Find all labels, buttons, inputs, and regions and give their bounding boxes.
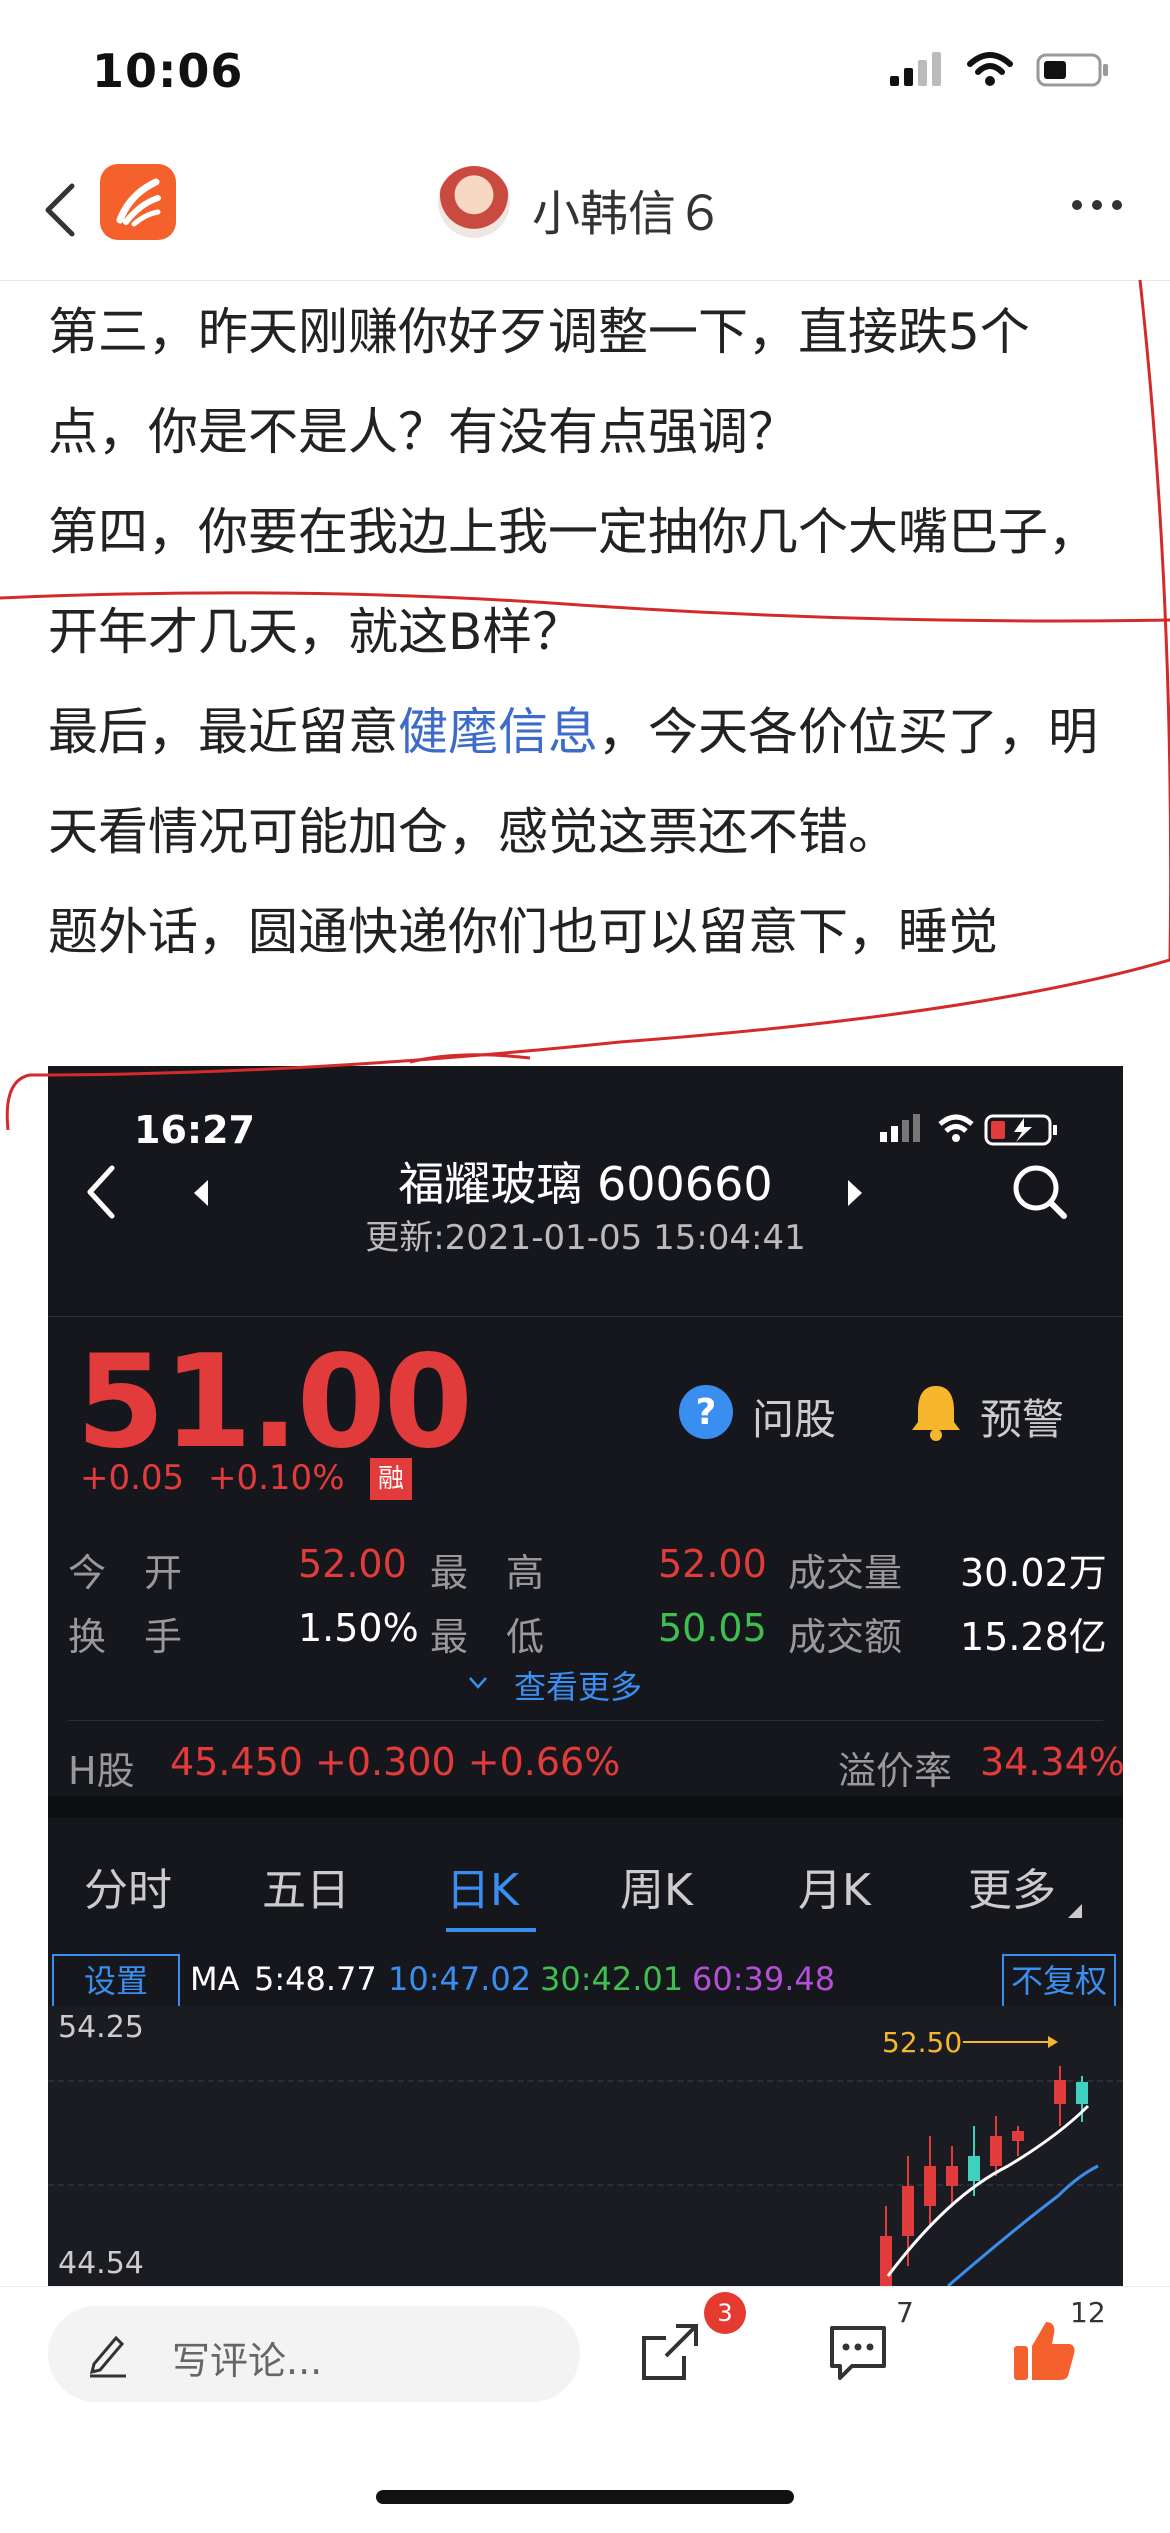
share-icon[interactable] xyxy=(638,2320,702,2384)
pen-icon xyxy=(89,2335,126,2378)
thumbs-up-icon[interactable] xyxy=(1012,2318,1078,2384)
comment-count: 7 xyxy=(896,2296,914,2329)
like-count: 12 xyxy=(1070,2296,1106,2329)
home-indicator[interactable] xyxy=(376,2490,794,2504)
comment-placeholder[interactable]: 写评论... xyxy=(172,2330,322,2385)
handwritten-annotations xyxy=(0,279,1170,1131)
comment-icon[interactable] xyxy=(826,2322,890,2384)
circle-stroke xyxy=(5,958,1170,1131)
share-badge: 3 xyxy=(704,2292,746,2334)
underline-stroke xyxy=(409,1053,531,1064)
underline-stroke xyxy=(0,591,1170,623)
